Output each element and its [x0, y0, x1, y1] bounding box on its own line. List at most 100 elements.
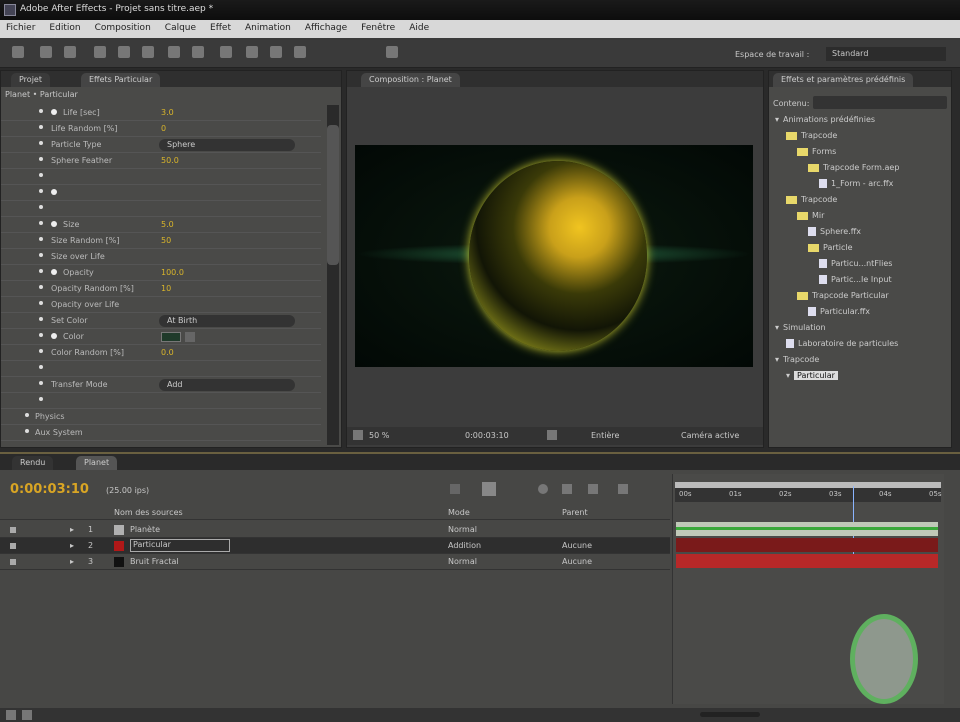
stopwatch-icon[interactable] — [51, 221, 57, 227]
layer-row[interactable]: ▸ 3 Bruit Fractal Normal Aucune — [0, 554, 670, 570]
toggle-modes-icon[interactable] — [22, 710, 32, 720]
tab-planet[interactable]: Planet — [76, 456, 118, 470]
search-icon[interactable] — [450, 484, 460, 494]
twirl-icon[interactable]: ▾ — [786, 371, 790, 380]
property-value[interactable]: 0.0 — [161, 348, 174, 357]
menu-7[interactable]: Fenêtre — [361, 23, 395, 35]
stopwatch-icon[interactable] — [51, 109, 57, 115]
twirl-icon[interactable] — [39, 349, 43, 353]
pen-tool-icon[interactable] — [192, 46, 204, 58]
layer-parent[interactable]: Aucune — [562, 557, 592, 566]
brush-tool-icon[interactable] — [246, 46, 258, 58]
tree-item[interactable]: Particular.ffx — [808, 307, 870, 316]
twirl-icon[interactable]: ▾ — [775, 323, 779, 332]
tab-effect-controls[interactable]: Effets Particular — [81, 73, 161, 87]
twirl-icon[interactable] — [39, 237, 43, 241]
tree-item[interactable]: ▾ Simulation — [775, 323, 826, 332]
workspace-select[interactable]: Standard — [826, 47, 946, 61]
property-value[interactable]: 100.0 — [161, 268, 184, 277]
menu-0[interactable]: Fichier — [6, 23, 35, 35]
layer-mode[interactable]: Normal — [448, 525, 477, 534]
graph-editor-icon[interactable] — [588, 484, 598, 494]
camera-select[interactable]: Caméra active — [681, 431, 739, 440]
layer-row[interactable]: ▸ 2 Particular Addition Aucune — [0, 538, 670, 554]
scrollbar[interactable] — [327, 105, 339, 445]
tree-item[interactable]: Sphere.ffx — [808, 227, 861, 236]
layer-mode[interactable]: Addition — [448, 541, 481, 550]
property-value[interactable]: 50 — [161, 236, 171, 245]
draft-3d-icon[interactable] — [538, 484, 548, 494]
layer-label-color[interactable] — [114, 557, 124, 567]
property-value[interactable]: 10 — [161, 284, 171, 293]
tree-item[interactable]: Particu...ntFlies — [819, 259, 892, 268]
menu-8[interactable]: Aide — [409, 23, 429, 35]
twirl-icon[interactable] — [25, 429, 29, 433]
twirl-icon[interactable] — [39, 173, 43, 177]
tree-item[interactable]: 1_Form - arc.ffx — [819, 179, 893, 188]
layer-name[interactable]: Particular — [130, 539, 230, 552]
layer-mode[interactable]: Normal — [448, 557, 477, 566]
property-group[interactable]: Aux System — [1, 425, 321, 441]
tree-item[interactable]: Trapcode Form.aep — [808, 163, 899, 172]
twirl-icon[interactable] — [39, 221, 43, 225]
layer-label-color[interactable] — [114, 525, 124, 535]
layer-duration-bar[interactable] — [676, 538, 938, 552]
hand-tool-icon[interactable] — [40, 46, 52, 58]
col-parent[interactable]: Parent — [562, 508, 588, 517]
tree-item[interactable]: ▾ Animations prédéfinies — [775, 115, 875, 124]
preview-icon[interactable] — [353, 430, 363, 440]
tree-item[interactable]: Partic...Ie Input — [819, 275, 892, 284]
twirl-icon[interactable]: ▸ — [70, 557, 74, 566]
layer-name[interactable]: Bruit Fractal — [130, 557, 179, 566]
menu-6[interactable]: Affichage — [305, 23, 347, 35]
tree-item[interactable]: Mir — [797, 211, 824, 220]
twirl-icon[interactable]: ▾ — [775, 355, 779, 364]
twirl-icon[interactable] — [39, 205, 43, 209]
snapshot-icon[interactable] — [547, 430, 557, 440]
tree-item[interactable]: Laboratoire de particules — [786, 339, 898, 348]
current-time[interactable]: 0:00:03:10 — [10, 482, 89, 497]
scrollbar-thumb[interactable] — [327, 125, 339, 265]
menu-2[interactable]: Composition — [95, 23, 151, 35]
toggle-switches-icon[interactable] — [6, 710, 16, 720]
layer-row[interactable]: ▸ 1 Planète Normal — [0, 522, 670, 538]
text-tool-icon[interactable] — [220, 46, 232, 58]
twirl-icon[interactable] — [39, 109, 43, 113]
twirl-icon[interactable] — [39, 285, 43, 289]
stopwatch-icon[interactable] — [51, 269, 57, 275]
twirl-icon[interactable] — [39, 381, 43, 385]
col-mode[interactable]: Mode — [448, 508, 470, 517]
twirl-icon[interactable] — [39, 269, 43, 273]
tab-project[interactable]: Projet — [11, 73, 50, 87]
selection-tool-icon[interactable] — [12, 46, 24, 58]
stopwatch-icon[interactable] — [51, 333, 57, 339]
tree-item[interactable]: ▾ Particular — [786, 371, 838, 380]
stamp-tool-icon[interactable] — [270, 46, 282, 58]
search-input[interactable] — [813, 96, 947, 109]
property-dropdown[interactable]: At Birth — [159, 315, 295, 327]
mask-tool-icon[interactable] — [168, 46, 180, 58]
tree-item[interactable]: Trapcode — [786, 195, 837, 204]
tree-item[interactable]: Forms — [797, 147, 836, 156]
visibility-icon[interactable] — [10, 559, 16, 565]
tab-effects-presets[interactable]: Effets et paramètres prédéfinis — [773, 73, 914, 87]
twirl-icon[interactable]: ▾ — [775, 115, 779, 124]
layer-label-color[interactable] — [114, 541, 124, 551]
layer-parent[interactable]: Aucune — [562, 541, 592, 550]
zoom-level[interactable]: 50 % — [369, 431, 389, 440]
twirl-icon[interactable] — [39, 333, 43, 337]
eyedropper-icon[interactable] — [185, 332, 195, 342]
tree-item[interactable]: Particle — [808, 243, 853, 252]
twirl-icon[interactable] — [39, 365, 43, 369]
col-source-name[interactable]: Nom des sources — [114, 508, 183, 517]
property-dropdown[interactable]: Add — [159, 379, 295, 391]
property-value[interactable]: 50.0 — [161, 156, 179, 165]
tree-item[interactable]: Trapcode Particular — [797, 291, 889, 300]
puppet-tool-icon[interactable] — [386, 46, 398, 58]
eraser-tool-icon[interactable] — [294, 46, 306, 58]
menu-3[interactable]: Calque — [165, 23, 196, 35]
time-ruler[interactable]: 00s 01s 02s 03s 04s 05s — [675, 488, 942, 502]
twirl-icon[interactable] — [39, 189, 43, 193]
property-group[interactable]: Physics — [1, 409, 321, 425]
viewer-timecode[interactable]: 0:00:03:10 — [465, 431, 509, 440]
